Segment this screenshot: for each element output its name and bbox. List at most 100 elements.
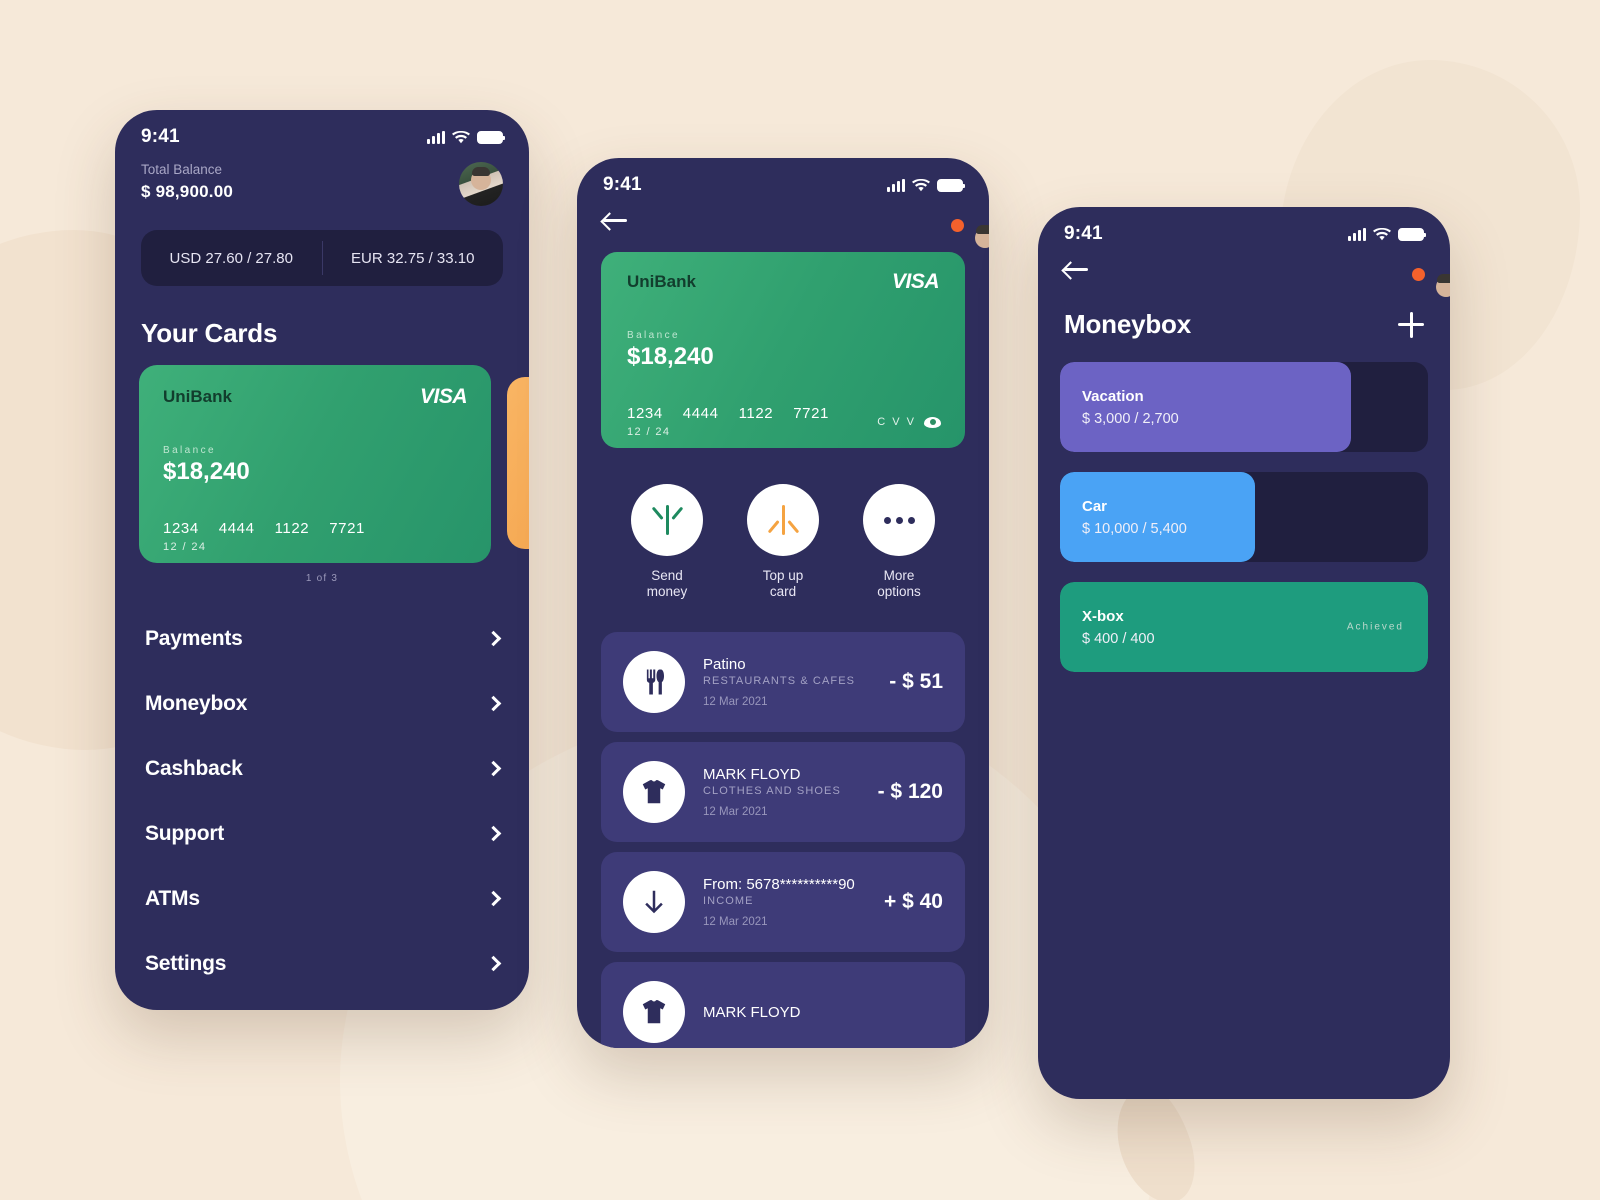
cards-carousel[interactable]: UniBank VISA Balance $18,240 1234 4444 1… bbox=[115, 365, 529, 565]
arrow-down-icon bbox=[781, 505, 785, 535]
goal-name: Car bbox=[1082, 497, 1108, 515]
card-bank-name: UniBank bbox=[163, 387, 232, 406]
menu-item-support[interactable]: Support bbox=[115, 801, 529, 866]
bank-card-next-peek[interactable] bbox=[507, 377, 529, 549]
action-top-up-card[interactable]: Top up card bbox=[747, 484, 819, 600]
transaction-date: 12 Mar 2021 bbox=[703, 916, 768, 928]
visa-logo-icon: VISA bbox=[891, 270, 940, 293]
card-header: UniBank VISA bbox=[163, 385, 468, 409]
card-number-group: 1234 bbox=[627, 405, 663, 422]
menu-item-label: Support bbox=[145, 821, 225, 845]
ellipsis-icon bbox=[883, 516, 915, 524]
eye-icon[interactable] bbox=[924, 416, 941, 428]
action-more-options[interactable]: More options bbox=[863, 484, 935, 600]
status-time: 9:41 bbox=[141, 126, 180, 147]
table-row[interactable]: MARK FLOYD bbox=[601, 962, 965, 1048]
card-balance-value: $18,240 bbox=[163, 458, 250, 485]
menu-item-label: Moneybox bbox=[145, 691, 248, 715]
navigation-bar bbox=[1038, 245, 1450, 281]
list-item[interactable]: X-box $ 400 / 400 Achieved bbox=[1060, 582, 1428, 672]
action-label-line1: Top up bbox=[762, 568, 804, 583]
menu-item-label: ATMs bbox=[145, 886, 200, 910]
cellular-signal-icon bbox=[427, 130, 445, 144]
transaction-amount: + $ 40 bbox=[884, 890, 943, 913]
battery-icon bbox=[477, 130, 505, 144]
transaction-details: MARK FLOYD bbox=[703, 1004, 943, 1021]
carousel-pager: 1 of 3 bbox=[305, 573, 339, 584]
transaction-list: Patino RESTAURANTS & CAFES 12 Mar 2021 -… bbox=[577, 632, 989, 1048]
goal-name: Vacation bbox=[1082, 387, 1144, 405]
action-more-options-button[interactable] bbox=[863, 484, 935, 556]
chevron-right-icon bbox=[485, 695, 502, 712]
transaction-amount: - $ 120 bbox=[877, 780, 943, 803]
arrow-up-icon bbox=[665, 505, 669, 535]
transaction-details: MARK FLOYD CLOTHES AND SHOES 12 Mar 2021 bbox=[703, 766, 860, 818]
list-item[interactable]: Vacation $ 3,000 / 2,700 bbox=[1060, 362, 1428, 452]
card-balance-label: Balance bbox=[163, 445, 216, 456]
menu-item-moneybox[interactable]: Moneybox bbox=[115, 671, 529, 736]
card-number-group: 4444 bbox=[682, 405, 719, 422]
moneybox-goal-list: Vacation $ 3,000 / 2,700 Car $ 10,000 / … bbox=[1038, 362, 1450, 672]
cutlery-icon bbox=[623, 651, 685, 713]
transaction-title: From: 5678**********90 bbox=[703, 876, 855, 893]
menu-item-label: Cashback bbox=[145, 756, 243, 780]
visa-logo-icon: VISA bbox=[419, 385, 468, 408]
cvv-toggle[interactable]: C V V bbox=[877, 416, 941, 428]
transaction-title: MARK FLOYD bbox=[703, 1003, 801, 1021]
chevron-right-icon bbox=[485, 890, 502, 907]
wifi-icon bbox=[452, 130, 470, 143]
status-icons bbox=[427, 130, 505, 144]
transaction-amount: - $ 51 bbox=[889, 670, 943, 693]
menu-item-label: Settings bbox=[145, 951, 227, 975]
transaction-title: MARK FLOYD bbox=[703, 766, 801, 783]
cellular-signal-icon bbox=[887, 178, 905, 192]
table-row[interactable]: Patino RESTAURANTS & CAFES 12 Mar 2021 -… bbox=[601, 632, 965, 732]
card-number: 1234 4444 1122 7721 bbox=[163, 520, 467, 537]
phone-screen-moneybox: 9:41 Moneybox Vacation $ 3,000 / 2,700 C… bbox=[1038, 207, 1450, 1099]
tshirt-icon bbox=[623, 761, 685, 823]
rate-usd[interactable]: USD 27.60 / 27.80 bbox=[141, 250, 322, 267]
transaction-date: 12 Mar 2021 bbox=[703, 696, 768, 708]
wifi-icon bbox=[1373, 227, 1391, 240]
action-label-line1: Send bbox=[651, 568, 683, 583]
action-label: Top up card bbox=[747, 568, 819, 600]
goal-progress-fill: Vacation $ 3,000 / 2,700 bbox=[1060, 362, 1351, 452]
list-item[interactable]: Car $ 10,000 / 5,400 bbox=[1060, 472, 1428, 562]
transaction-category: RESTAURANTS & CAFES bbox=[703, 675, 856, 687]
chevron-right-icon bbox=[485, 955, 502, 972]
rate-eur[interactable]: EUR 32.75 / 33.10 bbox=[323, 250, 504, 267]
page-title: Moneybox bbox=[1064, 309, 1191, 339]
avatar-image bbox=[459, 162, 503, 206]
transaction-details: Patino RESTAURANTS & CAFES 12 Mar 2021 bbox=[703, 656, 871, 708]
menu-item-payments[interactable]: Payments bbox=[115, 606, 529, 671]
menu-item-cashback[interactable]: Cashback bbox=[115, 736, 529, 801]
bank-card-primary[interactable]: UniBank VISA Balance $18,240 1234 4444 1… bbox=[139, 365, 491, 563]
avatar[interactable] bbox=[459, 162, 503, 206]
transaction-details: From: 5678**********90 INCOME 12 Mar 202… bbox=[703, 876, 866, 928]
card-number-group: 1122 bbox=[274, 520, 310, 537]
status-bar: 9:41 bbox=[115, 110, 529, 148]
battery-icon bbox=[1398, 227, 1426, 241]
action-label-line2: money bbox=[646, 584, 688, 599]
action-label: More options bbox=[863, 568, 935, 600]
card-number-group: 4444 bbox=[218, 520, 255, 537]
battery-icon bbox=[937, 178, 965, 192]
action-send-money[interactable]: Send money bbox=[631, 484, 703, 600]
back-arrow-icon[interactable] bbox=[1064, 259, 1090, 279]
goal-progress-fill: Car $ 10,000 / 5,400 bbox=[1060, 472, 1256, 562]
chevron-right-icon bbox=[485, 825, 502, 842]
table-row[interactable]: MARK FLOYD CLOTHES AND SHOES 12 Mar 2021… bbox=[601, 742, 965, 842]
chevron-right-icon bbox=[485, 760, 502, 777]
back-arrow-icon[interactable] bbox=[603, 210, 629, 230]
menu-item-atms[interactable]: ATMs bbox=[115, 866, 529, 931]
quick-actions: Send money Top up card More options bbox=[577, 484, 989, 600]
table-row[interactable]: From: 5678**********90 INCOME 12 Mar 202… bbox=[601, 852, 965, 952]
card-number-group: 1122 bbox=[738, 405, 774, 422]
action-top-up-button[interactable] bbox=[747, 484, 819, 556]
bank-card-detail[interactable]: UniBank VISA Balance $18,240 1234 4444 1… bbox=[601, 252, 965, 448]
plus-icon[interactable] bbox=[1398, 311, 1424, 338]
action-send-money-button[interactable] bbox=[631, 484, 703, 556]
menu-item-settings[interactable]: Settings bbox=[115, 931, 529, 996]
phone-screen-home: 9:41 Total Balance $ 98,900.00 USD 27.60… bbox=[115, 110, 529, 1010]
transaction-date: 12 Mar 2021 bbox=[703, 806, 768, 818]
